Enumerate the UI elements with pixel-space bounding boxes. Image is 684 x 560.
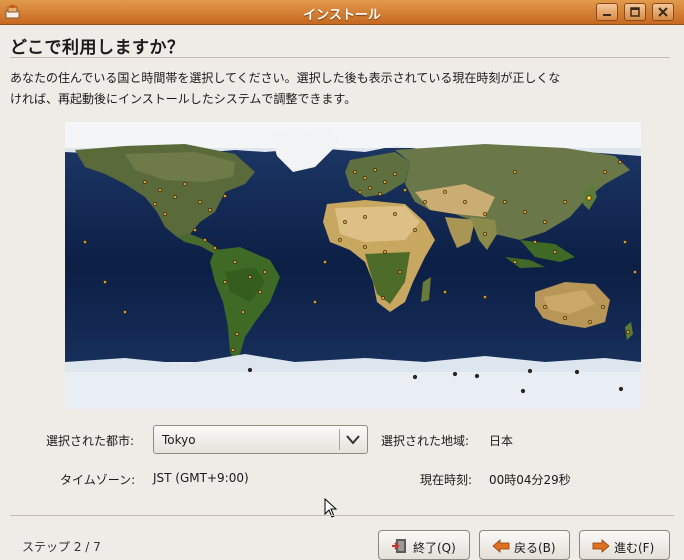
window-title: インストール — [303, 8, 381, 23]
city-label: 選択された都市: — [46, 434, 135, 448]
maximize-button[interactable] — [624, 3, 646, 21]
quit-button[interactable]: 終了(Q) — [378, 530, 470, 560]
city-combobox[interactable]: Tokyo — [153, 425, 368, 454]
forward-button[interactable]: 進む(F) — [579, 530, 670, 560]
description-line-1: あなたの住んでいる国と時間帯を選択してください。選択した後も表示されている現在時… — [10, 71, 561, 85]
quit-icon — [392, 539, 406, 553]
window-titlebar[interactable]: インストール — [0, 0, 684, 25]
page-description: あなたの住んでいる国と時間帯を選択してください。選択した後も表示されている現在時… — [10, 68, 630, 110]
current-time-value: 00時04分29秒 — [489, 473, 571, 487]
minimize-button[interactable] — [596, 3, 618, 21]
back-button-label: 戻る(B) — [514, 541, 556, 555]
step-indicator: ステップ 2 / 7 — [22, 540, 101, 554]
current-time-label: 現在時刻: — [420, 473, 473, 487]
close-icon — [658, 7, 668, 17]
heading-divider — [10, 57, 670, 58]
region-label: 選択された地域: — [381, 434, 470, 448]
page-title: どこで利用しますか？ — [10, 38, 185, 58]
timezone-label: タイムゾーン: — [60, 473, 136, 487]
footer-divider — [10, 515, 674, 516]
maximize-icon — [630, 7, 640, 17]
minimize-icon — [603, 14, 611, 16]
close-button[interactable] — [652, 3, 674, 21]
region-value: 日本 — [489, 434, 514, 448]
city-combobox-value: Tokyo — [162, 433, 196, 447]
combobox-separator — [339, 429, 340, 450]
timezone-value: JST (GMT+9:00) — [153, 471, 249, 485]
quit-button-label: 終了(Q) — [413, 541, 456, 555]
back-arrow-icon — [492, 539, 510, 553]
forward-arrow-icon — [592, 539, 610, 553]
description-line-2: ければ、再起動後にインストールしたシステムで調整できます。 — [10, 92, 357, 106]
timezone-world-map[interactable] — [65, 122, 641, 409]
forward-button-label: 進む(F) — [614, 541, 655, 555]
back-button[interactable]: 戻る(B) — [479, 530, 570, 560]
chevron-down-icon[interactable] — [346, 435, 360, 445]
